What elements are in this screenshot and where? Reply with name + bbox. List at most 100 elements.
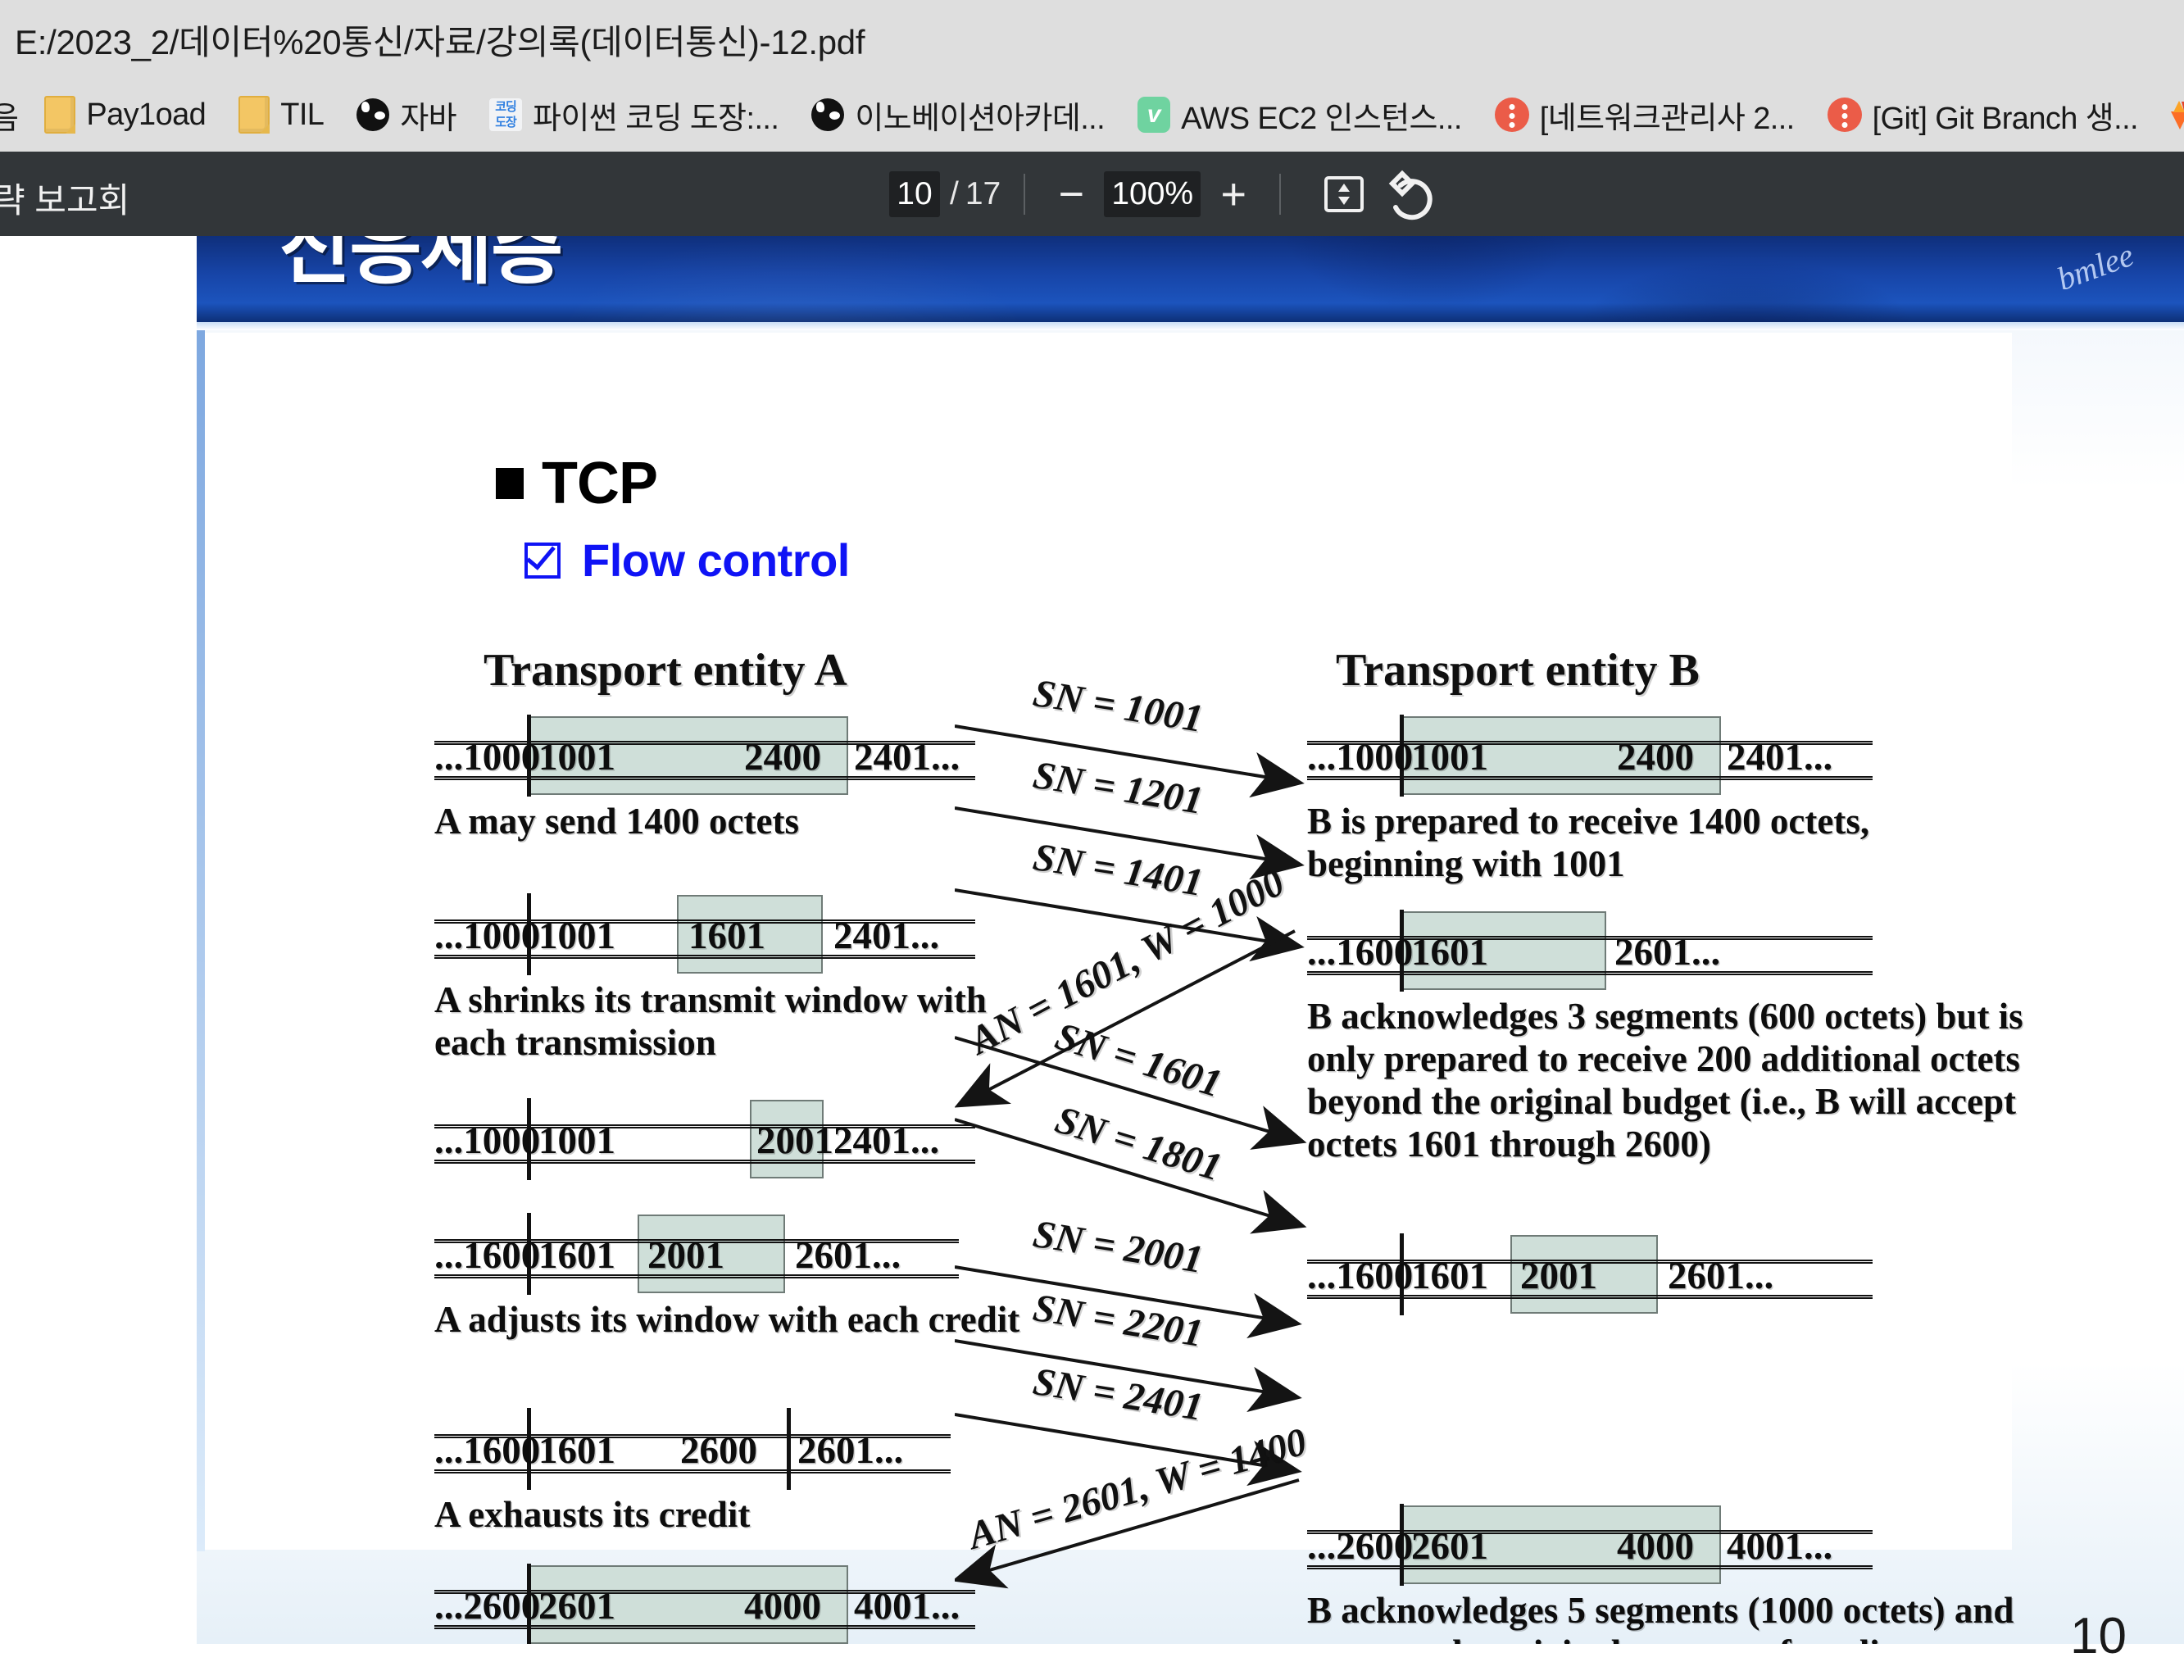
- bookmark-item-aws-ec2[interactable]: v AWS EC2 인스턴스...: [1137, 78, 1495, 152]
- window-right-label: 2401...: [833, 915, 940, 957]
- bookmark-item-innovation-academy[interactable]: 이노베이션아카데...: [811, 78, 1137, 152]
- bookmark-label: [네트워크관리사 2...: [1539, 101, 1795, 136]
- fit-page-icon[interactable]: [1317, 167, 1371, 221]
- bookmark-label: 자바: [400, 101, 457, 136]
- window-start-label: 1601: [538, 1234, 615, 1277]
- gitlab-icon: [2170, 98, 2184, 131]
- page-number-input[interactable]: 10: [889, 170, 940, 217]
- bookmark-item-java[interactable]: 자바: [356, 78, 489, 152]
- zoom-in-button[interactable]: +: [1210, 172, 1256, 216]
- bookmark-label: 음: [0, 101, 19, 136]
- bookmarks-bar: 음 Pay1oad TIL 자바 코딩 도장 파이썬 코딩 도장:... 이노베이…: [0, 78, 2184, 152]
- browser-chrome: E:/2023_2/데이터%20통신/자료/강의록(데이터통신)-12.pdf …: [0, 0, 2184, 152]
- checkbox-checked-icon: [524, 542, 561, 579]
- bullet-flow-control: Flow control: [524, 534, 850, 587]
- zoom-out-button[interactable]: −: [1048, 172, 1094, 216]
- rotate-icon[interactable]: [1384, 167, 1438, 221]
- entity-a-window-row: ...1000 1001 2001 2401...: [434, 1098, 975, 1180]
- window-right-label: 2601...: [795, 1234, 901, 1277]
- window-inner-label: 1601: [688, 915, 765, 957]
- entity-a-caption: A may send 1400 octets: [434, 801, 799, 842]
- window-inner-label: 2001: [756, 1119, 833, 1162]
- toolbar-divider: [1279, 173, 1282, 215]
- bookmark-label: TIL: [280, 97, 325, 132]
- window-right-label: 2401...: [1727, 736, 1833, 779]
- window-right-label: 2601...: [1668, 1255, 1774, 1297]
- bullet-square-icon: [496, 468, 524, 499]
- address-bar-url[interactable]: E:/2023_2/데이터%20통신/자료/강의록(데이터통신)-12.pdf: [15, 15, 865, 65]
- slide-page-number: 10: [2070, 1608, 2127, 1664]
- slide-title: 신응세층: [279, 236, 563, 293]
- pdf-toolbar-controls: 10 / 17 − 100% +: [889, 152, 1438, 236]
- entity-a-window-row: ...2600 2601 4000 4001...: [434, 1564, 975, 1644]
- bookmark-label: AWS EC2 인스턴스...: [1181, 101, 1462, 136]
- tistory-icon: [1494, 98, 1529, 132]
- bookmark-item-gitlab-java2[interactable]: 김정준 / Java2: [2170, 78, 2184, 152]
- bookmark-item-coding-dojang[interactable]: 코딩 도장 파이썬 코딩 도장:...: [489, 78, 811, 152]
- window-end-label: 2400: [744, 736, 821, 779]
- window-inner-label: 2001: [647, 1234, 724, 1277]
- tistory-icon: [1827, 98, 1862, 132]
- slide-left-strip: [197, 330, 205, 1551]
- window-start-label: 2601: [538, 1585, 615, 1628]
- window-right-label: 2601...: [797, 1429, 904, 1472]
- entity-a-caption: A adjusts its window with each credit: [434, 1299, 1020, 1340]
- window-right-label: 4001...: [854, 1585, 960, 1628]
- entity-a-caption: A exhausts its credit: [434, 1494, 751, 1535]
- pdf-page-area[interactable]: 신응세층 bmlee TCP Flow control Transport en…: [0, 236, 2184, 1680]
- bookmark-item[interactable]: 음: [0, 78, 44, 152]
- coding-dojang-icon: 코딩 도장: [489, 98, 523, 131]
- bullet-tcp-label: TCP: [542, 451, 658, 516]
- slide-header-underline: [197, 322, 2184, 330]
- bookmark-item-git-branch[interactable]: [Git] Git Branch 생...: [1827, 78, 2171, 152]
- bookmark-label: Pay1oad: [86, 97, 207, 132]
- window-right-label: 2401...: [854, 736, 960, 779]
- folder-icon: [44, 96, 76, 134]
- window-end-label: 2600: [680, 1429, 757, 1472]
- window-start-label: 1601: [538, 1429, 615, 1472]
- window-left-label: ...1000: [434, 736, 541, 779]
- zoom-level-value[interactable]: 100%: [1104, 170, 1201, 217]
- window-right-label: 2401...: [833, 1119, 940, 1162]
- total-pages-label: 17: [965, 175, 1001, 211]
- window-end-tick: [787, 1408, 791, 1490]
- entity-a-window-row: ...1600 1601 2600 2601...: [434, 1408, 951, 1490]
- window-left-label: ...1600: [434, 1429, 541, 1472]
- entity-a-window-row: ...1000 1001 1601 2401...: [434, 893, 975, 975]
- pdf-viewer-toolbar: 략 보고회 10 / 17 − 100% +: [0, 152, 2184, 236]
- window-left-label: ...2600: [434, 1585, 541, 1628]
- window-start-label: 1001: [538, 736, 615, 779]
- entity-a-title: Transport entity A: [484, 645, 847, 696]
- window-end-label: 4000: [744, 1585, 821, 1628]
- entity-a-caption: A shrinks its transmit window with each …: [434, 979, 987, 1063]
- globe-icon: [356, 98, 390, 131]
- bookmark-item-til[interactable]: TIL: [238, 78, 356, 152]
- bullet-flow-control-label: Flow control: [582, 534, 850, 586]
- window-left-label: ...1600: [434, 1234, 541, 1277]
- window-start-label: 1001: [538, 915, 615, 957]
- flow-control-figure: Transport entity A Transport entity B ..…: [418, 644, 2184, 1644]
- bookmark-label: [Git] Git Branch 생...: [1872, 101, 2139, 136]
- bookmark-label: 이노베이션아카데...: [855, 101, 1106, 136]
- bookmark-label: 파이썬 코딩 도장:...: [533, 101, 779, 136]
- bullet-tcp: TCP: [496, 450, 658, 517]
- toolbar-divider: [1024, 173, 1026, 215]
- entity-b-title: Transport entity B: [1336, 645, 1700, 696]
- slide-canvas: 신응세층 bmlee TCP Flow control Transport en…: [197, 236, 2184, 1644]
- window-left-label: ...1000: [434, 915, 541, 957]
- window-right-label: 4001...: [1727, 1525, 1833, 1568]
- velog-icon: v: [1137, 97, 1171, 133]
- entity-a-window-row: ...1600 1601 2001 2601...: [434, 1213, 959, 1295]
- address-bar-row: E:/2023_2/데이터%20통신/자료/강의록(데이터통신)-12.pdf: [0, 0, 2184, 78]
- window-start-label: 1001: [538, 1119, 615, 1162]
- window-left-label: ...1000: [434, 1119, 541, 1162]
- entity-a-window-row: ...1000 1001 2400 2401...: [434, 715, 975, 797]
- slide-header-banner: 신응세층 bmlee: [197, 236, 2184, 322]
- folder-icon: [238, 96, 270, 134]
- document-title: 략 보고회: [0, 181, 130, 220]
- globe-icon: [811, 98, 845, 131]
- message-arrows: SN = 1001 SN = 1201 SN = 1401 AN = 1601,…: [951, 671, 1660, 1636]
- slide-body: TCP Flow control Transport entity A Tran…: [205, 333, 2023, 1644]
- bookmark-item-network-admin[interactable]: [네트워크관리사 2...: [1494, 78, 1828, 152]
- bookmark-item-payload[interactable]: Pay1oad: [44, 78, 238, 152]
